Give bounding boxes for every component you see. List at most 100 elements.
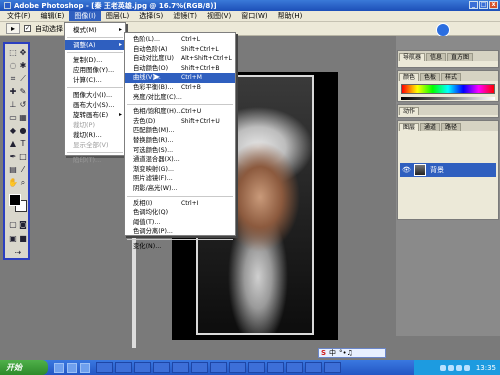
taskbar-app[interactable] [153, 362, 170, 373]
ime-toolbar[interactable]: S 中 °•♫ [318, 348, 386, 358]
marquee-tool-icon[interactable]: ⬚ [8, 48, 18, 58]
history-brush-icon[interactable]: ↺ [18, 100, 28, 110]
eyedropper-icon[interactable]: ⁄ [18, 165, 28, 175]
ime-mode-label[interactable]: 中 [329, 348, 336, 358]
menu-item[interactable]: 阈值(T)... [125, 218, 235, 228]
menu-item[interactable]: 调整(A) ▸ [65, 40, 125, 50]
taskbar-app[interactable] [191, 362, 208, 373]
tray-security-icon[interactable] [455, 364, 462, 371]
tab-channels[interactable]: 通道 [420, 123, 441, 131]
tray-volume-icon[interactable] [447, 364, 454, 371]
taskbar-app[interactable] [324, 362, 341, 373]
menu-item[interactable]: 渐变映射(G)... [125, 165, 235, 175]
move-tool-icon[interactable]: ✥ [18, 48, 28, 58]
menu-item[interactable]: 复制(D)... [65, 55, 125, 65]
tab-navigator[interactable]: 导航器 [399, 53, 426, 61]
color-spectrum[interactable] [401, 84, 495, 94]
notes-tool-icon[interactable]: ▤ [8, 165, 18, 175]
tab-actions[interactable]: 动作 [399, 107, 420, 115]
menu-item[interactable]: 通道混合器(X)... [125, 155, 235, 165]
tab-swatches[interactable]: 色板 [420, 73, 441, 81]
crop-tool-icon[interactable]: ⌗ [8, 74, 18, 84]
screen-full-icon[interactable]: ■ [18, 234, 28, 244]
menu-item[interactable]: 匹配颜色(M)... [125, 126, 235, 136]
taskbar-app[interactable] [229, 362, 246, 373]
menu-item[interactable]: 可选颜色(S)... [125, 146, 235, 156]
screen-mode-icon[interactable]: ▣ [8, 234, 18, 244]
tab-styles[interactable]: 样式 [441, 73, 462, 81]
blur-tool-icon[interactable]: ◆ [8, 126, 18, 136]
menu-view[interactable]: 视图(V) [202, 11, 236, 21]
foreground-color-swatch[interactable] [9, 194, 21, 206]
taskbar-app[interactable] [267, 362, 284, 373]
tab-histogram[interactable]: 直方图 [447, 53, 474, 61]
menu-item[interactable]: 裁切(R)... [65, 130, 125, 140]
ime-icons[interactable]: °•♫ [339, 349, 353, 357]
menu-item[interactable]: 色调均化(Q) [125, 208, 235, 218]
menu-item[interactable]: 自动色阶(A) Shift+Ctrl+L [125, 45, 235, 55]
gradient-tool-icon[interactable]: ▦ [18, 113, 28, 123]
jump-to-imageready-icon[interactable]: ⇢ [13, 248, 23, 258]
desktop-icon[interactable] [67, 362, 77, 373]
menu-item[interactable]: 模式(M) ▸ [65, 25, 125, 35]
lasso-tool-icon[interactable]: ◌ [8, 61, 18, 71]
eye-icon[interactable]: 👁 [402, 166, 411, 174]
dodge-tool-icon[interactable]: ● [18, 126, 28, 136]
shape-tool-icon[interactable]: □ [18, 152, 28, 162]
menu-item[interactable]: 色调分离(P)... [125, 227, 235, 237]
slice-tool-icon[interactable]: ⟋ [18, 74, 28, 84]
menu-item[interactable]: 画布大小(S)... [65, 100, 125, 110]
menu-item[interactable]: 去色(D) Shift+Ctrl+U [125, 117, 235, 127]
menu-item[interactable]: 曲线(V)... Ctrl+M [125, 73, 235, 83]
taskbar-app[interactable] [248, 362, 265, 373]
menu-image[interactable]: 图像(I) [69, 11, 101, 21]
magic-wand-icon[interactable]: ✱ [18, 61, 28, 71]
menu-layer[interactable]: 图层(L) [101, 11, 134, 21]
path-select-icon[interactable]: ▲ [8, 139, 18, 149]
auto-select-checkbox[interactable]: ✓ [24, 25, 31, 32]
menu-filter[interactable]: 滤镜(T) [168, 11, 202, 21]
move-tool-icon[interactable]: ▸ [6, 23, 20, 34]
menu-item[interactable]: 亮度/对比度(C)... [125, 93, 235, 103]
pen-tool-icon[interactable]: ✒ [8, 152, 18, 162]
menu-item[interactable]: 色彩平衡(B)... Ctrl+B [125, 83, 235, 93]
eraser-tool-icon[interactable]: ▭ [8, 113, 18, 123]
quick-mask-icon[interactable]: ◙ [18, 220, 28, 230]
brush-tool-icon[interactable]: ✎ [18, 87, 28, 97]
media-icon[interactable] [80, 362, 90, 373]
menu-item[interactable]: 自动颜色(O) Shift+Ctrl+B [125, 64, 235, 74]
menu-item[interactable]: 色阶(L)... Ctrl+L [125, 35, 235, 45]
menu-window[interactable]: 窗口(W) [236, 11, 272, 21]
stamp-tool-icon[interactable]: ⊥ [8, 100, 18, 110]
menu-item[interactable]: 旋转画布(E) ▸ [65, 110, 125, 120]
menu-item[interactable]: 自动对比度(U) Alt+Shift+Ctrl+L [125, 54, 235, 64]
menu-item[interactable]: 应用图像(Y)... [65, 65, 125, 75]
tab-paths[interactable]: 路径 [441, 123, 462, 131]
menu-item[interactable]: 照片滤镜(F)... [125, 174, 235, 184]
healing-brush-icon[interactable]: ✚ [8, 87, 18, 97]
menu-select[interactable]: 选择(S) [134, 11, 168, 21]
taskbar-app[interactable] [115, 362, 132, 373]
close-button[interactable]: x [489, 1, 498, 9]
zoom-tool-icon[interactable]: ⌕ [18, 178, 28, 188]
menu-edit[interactable]: 编辑(E) [36, 11, 70, 21]
standard-mode-icon[interactable]: ▢ [8, 220, 18, 230]
gray-ramp[interactable] [401, 97, 495, 100]
tray-ime-icon[interactable] [463, 364, 470, 371]
hand-tool-icon[interactable]: ✋ [8, 178, 18, 188]
menu-item[interactable]: 反相(I) Ctrl+I [125, 199, 235, 209]
menu-help[interactable]: 帮助(H) [273, 11, 308, 21]
tab-layers[interactable]: 图层 [399, 123, 420, 131]
layer-row[interactable]: 👁 背景 [400, 163, 496, 177]
menu-item[interactable]: 图像大小(I)... [65, 90, 125, 100]
minimize-button[interactable]: _ [469, 1, 478, 9]
menu-item[interactable]: 色相/饱和度(H)... Ctrl+U [125, 107, 235, 117]
tab-info[interactable]: 信息 [426, 53, 447, 61]
type-tool-icon[interactable]: T [18, 139, 28, 149]
taskbar-app[interactable] [286, 362, 303, 373]
tray-network-icon[interactable] [439, 364, 446, 371]
ie-icon[interactable] [54, 362, 64, 373]
taskbar-app[interactable] [172, 362, 189, 373]
menu-item[interactable]: 替换颜色(R)... [125, 136, 235, 146]
start-button[interactable]: 开始 [0, 360, 48, 375]
